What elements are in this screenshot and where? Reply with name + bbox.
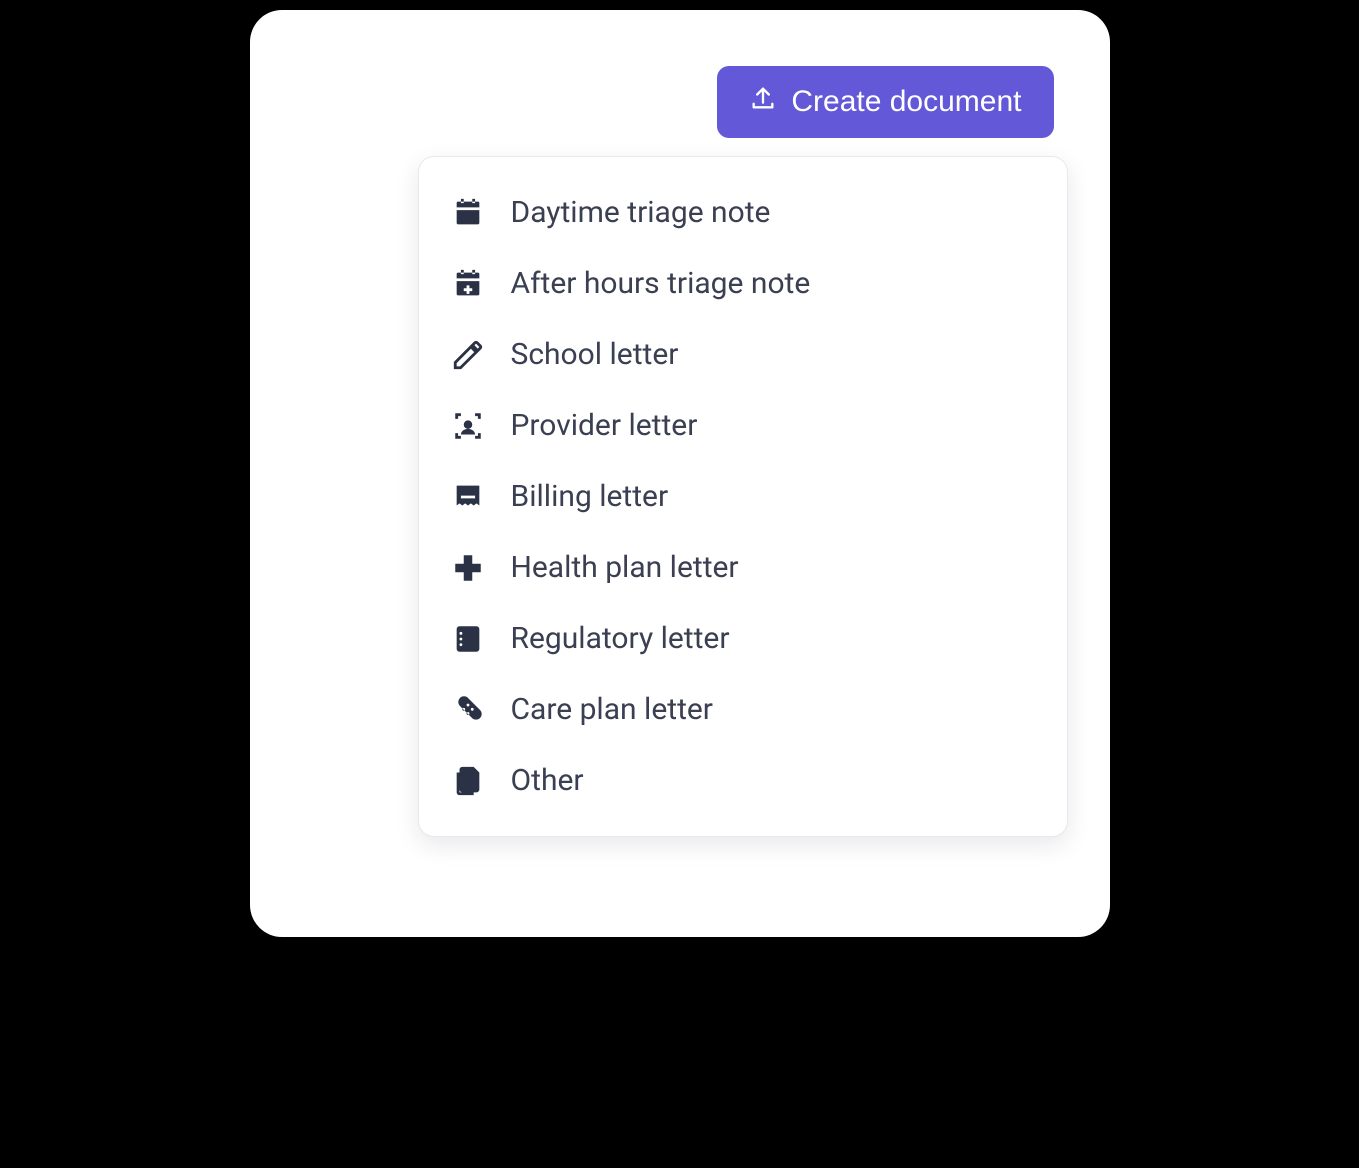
menu-item-regulatory-letter[interactable]: Regulatory letter bbox=[427, 603, 1059, 674]
menu-item-label: Provider letter bbox=[511, 408, 698, 443]
medical-cross-icon bbox=[451, 551, 485, 585]
menu-item-billing-letter[interactable]: Billing letter bbox=[427, 461, 1059, 532]
document-type-menu: Daytime triage note After hours triage n… bbox=[418, 156, 1068, 837]
pencil-icon bbox=[451, 338, 485, 372]
menu-item-health-plan-letter[interactable]: Health plan letter bbox=[427, 532, 1059, 603]
documents-icon bbox=[451, 764, 485, 798]
person-frame-icon bbox=[451, 409, 485, 443]
menu-item-school-letter[interactable]: School letter bbox=[427, 319, 1059, 390]
calendar-icon bbox=[451, 196, 485, 230]
menu-item-label: School letter bbox=[511, 337, 679, 372]
menu-item-label: Care plan letter bbox=[511, 692, 713, 727]
create-document-label: Create document bbox=[791, 85, 1021, 119]
receipt-icon bbox=[451, 480, 485, 514]
create-document-button[interactable]: Create document bbox=[717, 66, 1053, 138]
menu-item-other[interactable]: Other bbox=[427, 745, 1059, 816]
menu-item-daytime-triage[interactable]: Daytime triage note bbox=[427, 177, 1059, 248]
bandage-icon bbox=[451, 693, 485, 727]
menu-item-after-hours-triage[interactable]: After hours triage note bbox=[427, 248, 1059, 319]
menu-item-label: Billing letter bbox=[511, 479, 669, 514]
menu-item-label: Daytime triage note bbox=[511, 195, 771, 230]
upload-icon bbox=[749, 84, 777, 120]
popup-card: Create document Daytime triage note Afte… bbox=[250, 10, 1110, 937]
menu-item-label: Other bbox=[511, 763, 584, 798]
menu-item-label: Health plan letter bbox=[511, 550, 739, 585]
menu-item-care-plan-letter[interactable]: Care plan letter bbox=[427, 674, 1059, 745]
button-row: Create document bbox=[306, 66, 1054, 138]
menu-item-label: Regulatory letter bbox=[511, 621, 730, 656]
menu-item-provider-letter[interactable]: Provider letter bbox=[427, 390, 1059, 461]
menu-item-label: After hours triage note bbox=[511, 266, 811, 301]
calendar-plus-icon bbox=[451, 267, 485, 301]
clipboard-icon bbox=[451, 622, 485, 656]
